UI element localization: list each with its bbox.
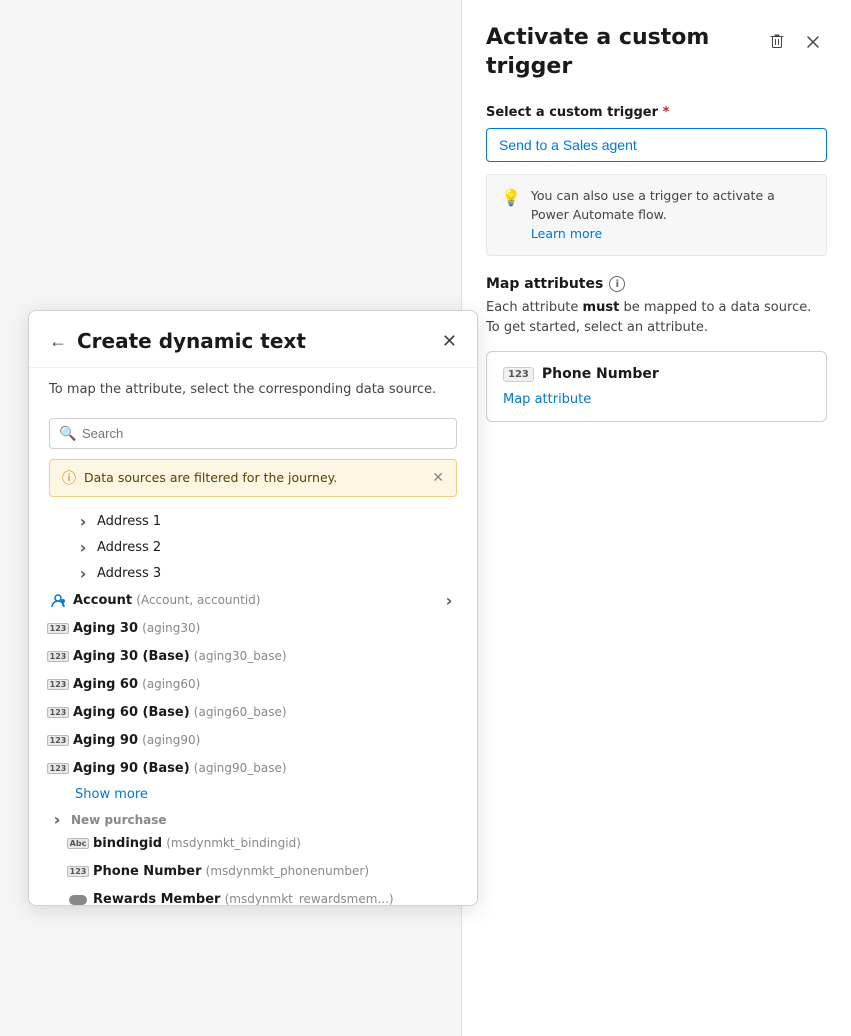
tree-list: Address 1 Address 2 Address 3 [29,505,477,905]
list-item[interactable]: Address 2 [39,535,467,561]
list-item[interactable]: 123 Aging 90 (Base) (aging90_base) [39,755,467,783]
search-input[interactable] [49,418,457,449]
learn-more-link[interactable]: Learn more [531,225,812,244]
chevron-right-icon [75,540,91,556]
num-badge: 123 [503,367,534,382]
list-item[interactable]: 123 Aging 60 (Base) (aging60_base) [39,699,467,727]
info-box: 💡 You can also use a trigger to activate… [486,174,827,256]
attribute-name: Phone Number [542,366,659,382]
rewards-icon [69,891,87,905]
show-more-link[interactable]: Show more [39,783,467,806]
num-icon: 123 [49,760,67,778]
num-icon: 123 [49,648,67,666]
chevron-right-icon [49,812,65,828]
filter-text: Data sources are filtered for the journe… [84,470,337,485]
attribute-card: 123 Phone Number Map attribute [486,351,827,422]
list-item[interactable]: Rewards Member (msdynmkt_rewardsmem...) [39,886,467,905]
left-panel-header: ← Create dynamic text ✕ [29,311,477,368]
required-star: * [663,105,670,120]
list-item[interactable]: Address 3 [39,561,467,587]
list-item[interactable]: Address 1 [39,509,467,535]
filter-close-button[interactable]: ✕ [432,469,444,486]
info-text: You can also use a trigger to activate a… [531,188,775,222]
page-title: Activate a custom trigger [486,24,763,81]
filter-info-icon: ⓘ [62,468,76,488]
close-button[interactable] [799,28,827,56]
list-item[interactable]: 123 Aging 60 (aging60) [39,671,467,699]
num-icon: 123 [49,704,67,722]
num-icon: 123 [49,732,67,750]
delete-button[interactable] [763,28,791,56]
left-panel: ← Create dynamic text ✕ To map the attri… [28,310,478,906]
right-panel-header: Activate a custom trigger [486,24,827,81]
list-item[interactable]: Abc bindingid (msdynmkt_bindingid) [39,830,467,858]
num-icon: 123 [49,620,67,638]
map-attributes-title: Map attributes i [486,276,827,292]
right-panel: Activate a custom trigger Select a custo… [461,0,851,1036]
search-container: 🔍 [29,410,477,459]
lightbulb-icon: 💡 [501,188,521,243]
num-icon: 123 [69,863,87,881]
account-icon [49,592,67,610]
trigger-label: Select a custom trigger * [486,105,827,120]
panel-close-button[interactable]: ✕ [442,331,457,352]
map-attributes-desc: Each attribute must be mapped to a data … [486,298,827,337]
trigger-input[interactable] [486,128,827,162]
map-attribute-link[interactable]: Map attribute [503,392,591,407]
list-item[interactable]: 123 Aging 30 (aging30) [39,615,467,643]
chevron-right-icon [75,566,91,582]
left-panel-title: Create dynamic text [77,329,306,353]
list-item[interactable]: Account (Account, accountid) [39,587,467,615]
abc-icon: Abc [69,835,87,853]
list-item[interactable]: 123 Aging 30 (Base) (aging30_base) [39,643,467,671]
back-button[interactable]: ← [49,331,67,352]
list-item[interactable]: 123 Aging 90 (aging90) [39,727,467,755]
section-group-new-purchase[interactable]: New purchase [39,806,467,830]
filter-banner: ⓘ Data sources are filtered for the jour… [49,459,457,497]
chevron-right-icon [75,514,91,530]
num-icon: 123 [49,676,67,694]
search-icon: 🔍 [59,426,76,442]
list-item[interactable]: 123 Phone Number (msdynmkt_phonenumber) [39,858,467,886]
header-icons [763,28,827,56]
chevron-right-icon [441,593,457,609]
info-icon[interactable]: i [609,276,625,292]
panel-description: To map the attribute, select the corresp… [29,368,477,410]
